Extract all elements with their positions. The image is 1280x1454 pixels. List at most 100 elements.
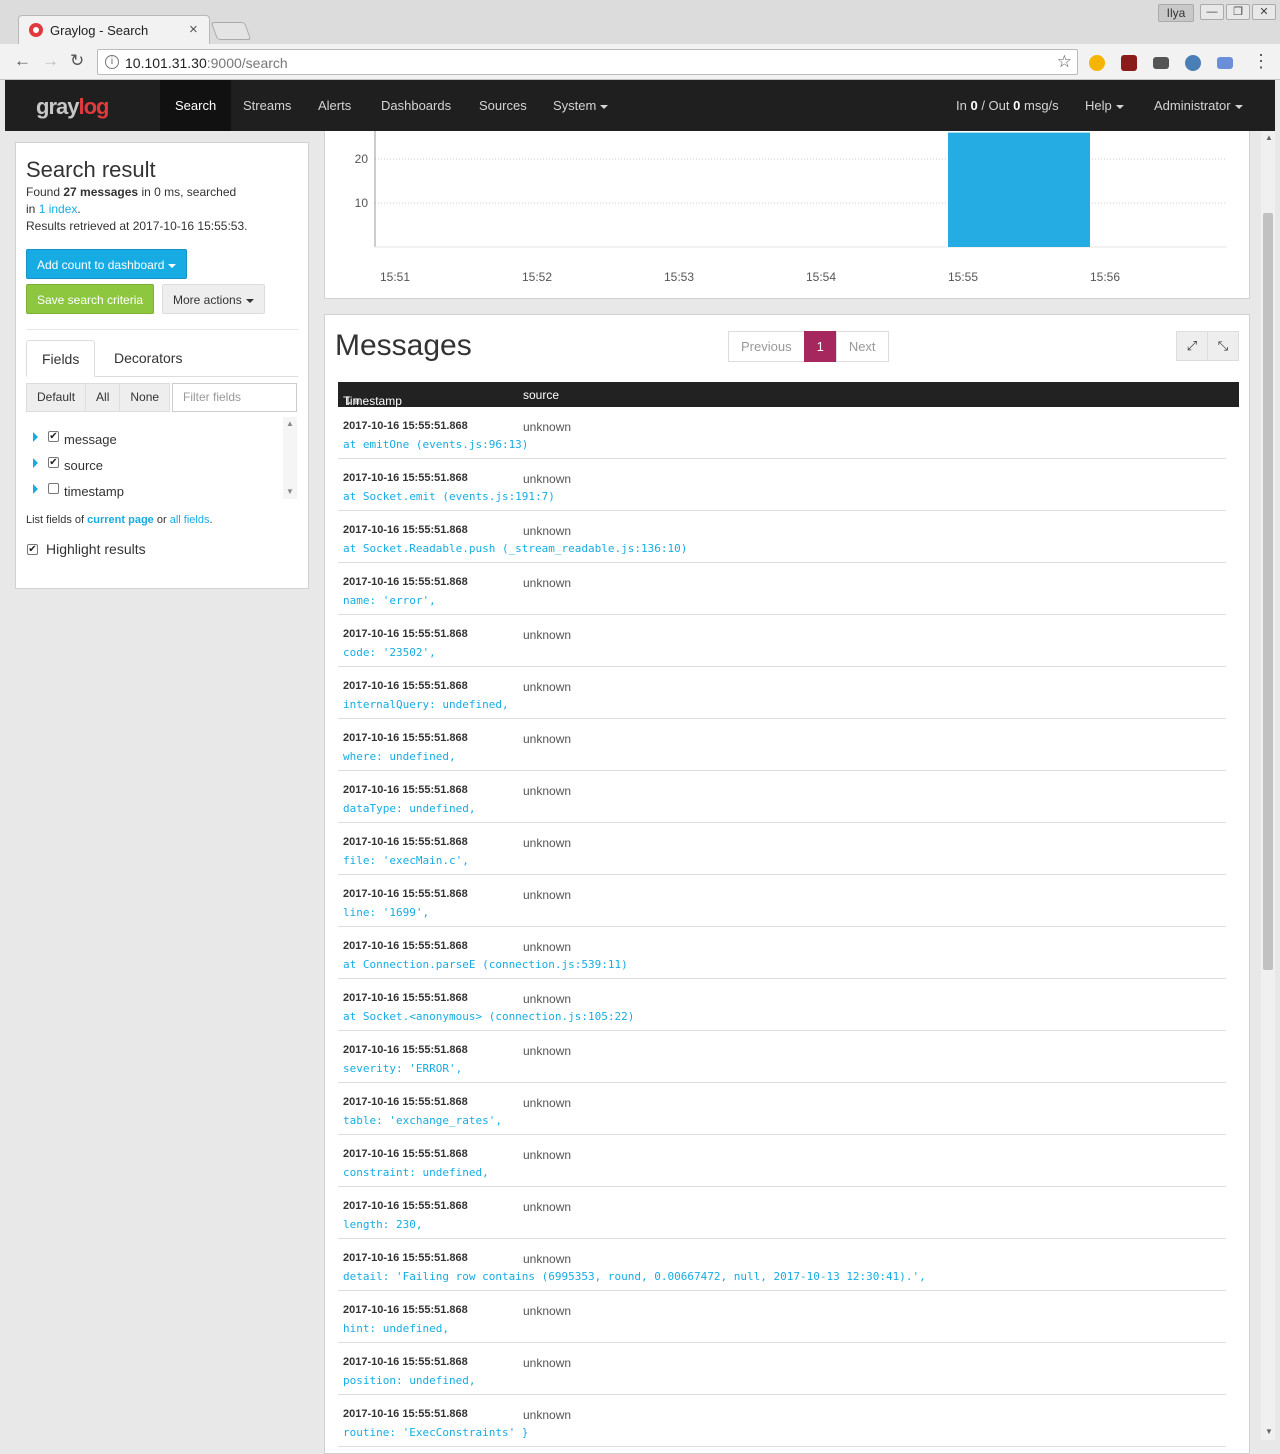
histogram-chart: 10 20 15:51 15:52 15:53 15:54 15:55 15:56: [355, 131, 1227, 284]
filter-fields-input[interactable]: Filter fields: [172, 383, 297, 412]
next-page-button[interactable]: Next: [835, 331, 889, 362]
message-row[interactable]: 2017-10-16 15:55:51.868 unknown at Socket.…: [338, 459, 1226, 511]
message-row[interactable]: 2017-10-16 15:55:51.868 unknown severity: …: [338, 1031, 1226, 1083]
nav-administrator[interactable]: Administrator: [1139, 80, 1258, 131]
message-row[interactable]: 2017-10-16 15:55:51.868 unknown at Socket.…: [338, 511, 1226, 563]
reload-icon[interactable]: ↻: [70, 52, 84, 70]
tab-decorators[interactable]: Decorators: [99, 340, 197, 377]
browser-tab[interactable]: Graylog - Search ×: [18, 15, 210, 44]
page-scrollbar[interactable]: ▲ ▼: [1261, 131, 1275, 1440]
ublock-extension-icon[interactable]: [1121, 55, 1137, 71]
message-row[interactable]: 2017-10-16 15:55:51.868 unknown at emitOne…: [338, 407, 1226, 459]
message-text: dataType: undefined,: [343, 802, 476, 815]
highlight-results-checkbox[interactable]: ✔: [27, 544, 38, 555]
message-source: unknown: [523, 1200, 572, 1214]
field-checkbox[interactable]: ✔: [48, 431, 59, 442]
message-row[interactable]: 2017-10-16 15:55:51.868 unknown internalQu…: [338, 667, 1226, 719]
message-source: unknown: [523, 992, 572, 1006]
field-list-scrollbar[interactable]: ▲ ▼: [283, 417, 297, 499]
sort-icon[interactable]: ⇂≡: [343, 394, 360, 408]
all-fields-link[interactable]: all fields: [170, 514, 210, 526]
previous-page-button[interactable]: Previous: [728, 331, 805, 362]
message-timestamp: 2017-10-16 15:55:51.868: [343, 784, 468, 796]
profile-button[interactable]: Ilya: [1158, 4, 1194, 22]
expand-triangle-icon[interactable]: [33, 484, 38, 494]
browser-menu-icon[interactable]: ⋮: [1252, 52, 1270, 70]
message-row[interactable]: 2017-10-16 15:55:51.868 unknown hint: unde…: [338, 1291, 1226, 1343]
message-timestamp: 2017-10-16 15:55:51.868: [343, 1252, 468, 1264]
nav-help[interactable]: Help: [1070, 80, 1139, 131]
histogram-bar[interactable]: [948, 132, 1090, 247]
inbox-extension-icon[interactable]: [1217, 57, 1233, 69]
new-tab-button[interactable]: [210, 22, 252, 40]
nav-search[interactable]: Search: [160, 80, 232, 131]
message-source: unknown: [523, 576, 572, 590]
message-row[interactable]: 2017-10-16 15:55:51.868 unknown dataType: …: [338, 771, 1226, 823]
message-row[interactable]: 2017-10-16 15:55:51.868 unknown detail: 'F…: [338, 1239, 1226, 1291]
message-timestamp: 2017-10-16 15:55:51.868: [343, 836, 468, 848]
tab-close-icon[interactable]: ×: [189, 21, 198, 38]
extension-icon-1[interactable]: [1089, 55, 1105, 71]
chevron-down-icon: [245, 298, 254, 303]
field-item-timestamp: timestamp: [26, 481, 286, 501]
column-source[interactable]: source: [523, 388, 559, 402]
scroll-down-icon[interactable]: ▼: [286, 487, 294, 496]
mail-extension-icon[interactable]: [1153, 57, 1169, 69]
message-text: position: undefined,: [343, 1374, 476, 1387]
message-row[interactable]: 2017-10-16 15:55:51.868 unknown position: …: [338, 1343, 1226, 1395]
found-summary: Found 27 messages in 0 ms, searched: [26, 185, 237, 199]
message-row[interactable]: 2017-10-16 15:55:51.868 unknown table: 'ex…: [338, 1083, 1226, 1135]
scroll-up-icon[interactable]: ▲: [286, 419, 294, 428]
nav-streams[interactable]: Streams: [228, 80, 306, 131]
site-info-icon[interactable]: i: [105, 55, 119, 69]
save-search-criteria-button[interactable]: Save search criteria: [26, 284, 155, 314]
message-source: unknown: [523, 836, 572, 850]
messages-panel: Messages Previous 1 Next ⤢ ⤡ Timestamp ⇂…: [324, 314, 1250, 1454]
message-timestamp: 2017-10-16 15:55:51.868: [343, 1408, 468, 1420]
nav-dashboards[interactable]: Dashboards: [366, 80, 466, 131]
more-actions-button[interactable]: More actions: [162, 284, 265, 314]
field-name: source: [64, 458, 104, 473]
current-page-link[interactable]: current page: [87, 514, 154, 526]
expand-triangle-icon[interactable]: [33, 458, 38, 468]
restore-button[interactable]: ❐: [1226, 4, 1250, 20]
back-arrow-icon[interactable]: ←: [14, 52, 31, 70]
graylog-logo[interactable]: graylog: [36, 94, 109, 120]
scroll-down-icon[interactable]: ▼: [1265, 1427, 1273, 1436]
expand-all-icon[interactable]: ⤢: [1176, 331, 1208, 361]
add-count-to-dashboard-button[interactable]: Add count to dashboard: [26, 249, 188, 279]
message-row[interactable]: 2017-10-16 15:55:51.868 unknown at Socket.…: [338, 979, 1226, 1031]
nav-system[interactable]: System: [538, 80, 623, 131]
all-fields-button[interactable]: All: [85, 383, 121, 412]
nav-sources[interactable]: Sources: [464, 80, 542, 131]
tab-fields[interactable]: Fields: [26, 340, 96, 377]
scrollbar-thumb[interactable]: [1263, 213, 1273, 970]
message-row[interactable]: 2017-10-16 15:55:51.868 unknown routine: '…: [338, 1395, 1226, 1447]
message-row[interactable]: 2017-10-16 15:55:51.868 unknown file: 'exe…: [338, 823, 1226, 875]
message-row[interactable]: 2017-10-16 15:55:51.868 unknown where: und…: [338, 719, 1226, 771]
nav-alerts[interactable]: Alerts: [303, 80, 366, 131]
minimize-button[interactable]: —: [1200, 4, 1224, 20]
message-source: unknown: [523, 1148, 572, 1162]
scroll-up-icon[interactable]: ▲: [1265, 133, 1273, 142]
message-row[interactable]: 2017-10-16 15:55:51.868 unknown length: 23…: [338, 1187, 1226, 1239]
search-result-sidebar: Search result Found 27 messages in 0 ms,…: [15, 142, 309, 589]
default-fields-button[interactable]: Default: [26, 383, 87, 412]
message-row[interactable]: 2017-10-16 15:55:51.868 unknown constraint…: [338, 1135, 1226, 1187]
address-bar[interactable]: i 10.101.31.30:9000/search ☆: [97, 49, 1078, 75]
message-row[interactable]: 2017-10-16 15:55:51.868 unknown at Connect…: [338, 927, 1226, 979]
forward-arrow-icon[interactable]: →: [42, 52, 59, 70]
message-row[interactable]: 2017-10-16 15:55:51.868 unknown name: 'err…: [338, 563, 1226, 615]
message-row[interactable]: 2017-10-16 15:55:51.868 unknown code: '235…: [338, 615, 1226, 667]
index-link[interactable]: 1 index: [39, 202, 78, 216]
extension-icon-4[interactable]: [1185, 55, 1201, 71]
close-window-button[interactable]: ✕: [1252, 4, 1276, 20]
field-checkbox[interactable]: ✔: [48, 457, 59, 468]
page-1-button[interactable]: 1: [803, 331, 837, 362]
collapse-all-icon[interactable]: ⤡: [1207, 331, 1239, 361]
field-checkbox[interactable]: [48, 483, 59, 494]
message-row[interactable]: 2017-10-16 15:55:51.868 unknown line: '169…: [338, 875, 1226, 927]
expand-triangle-icon[interactable]: [33, 432, 38, 442]
bookmark-star-icon[interactable]: ☆: [1057, 52, 1072, 72]
no-fields-button[interactable]: None: [119, 383, 171, 412]
